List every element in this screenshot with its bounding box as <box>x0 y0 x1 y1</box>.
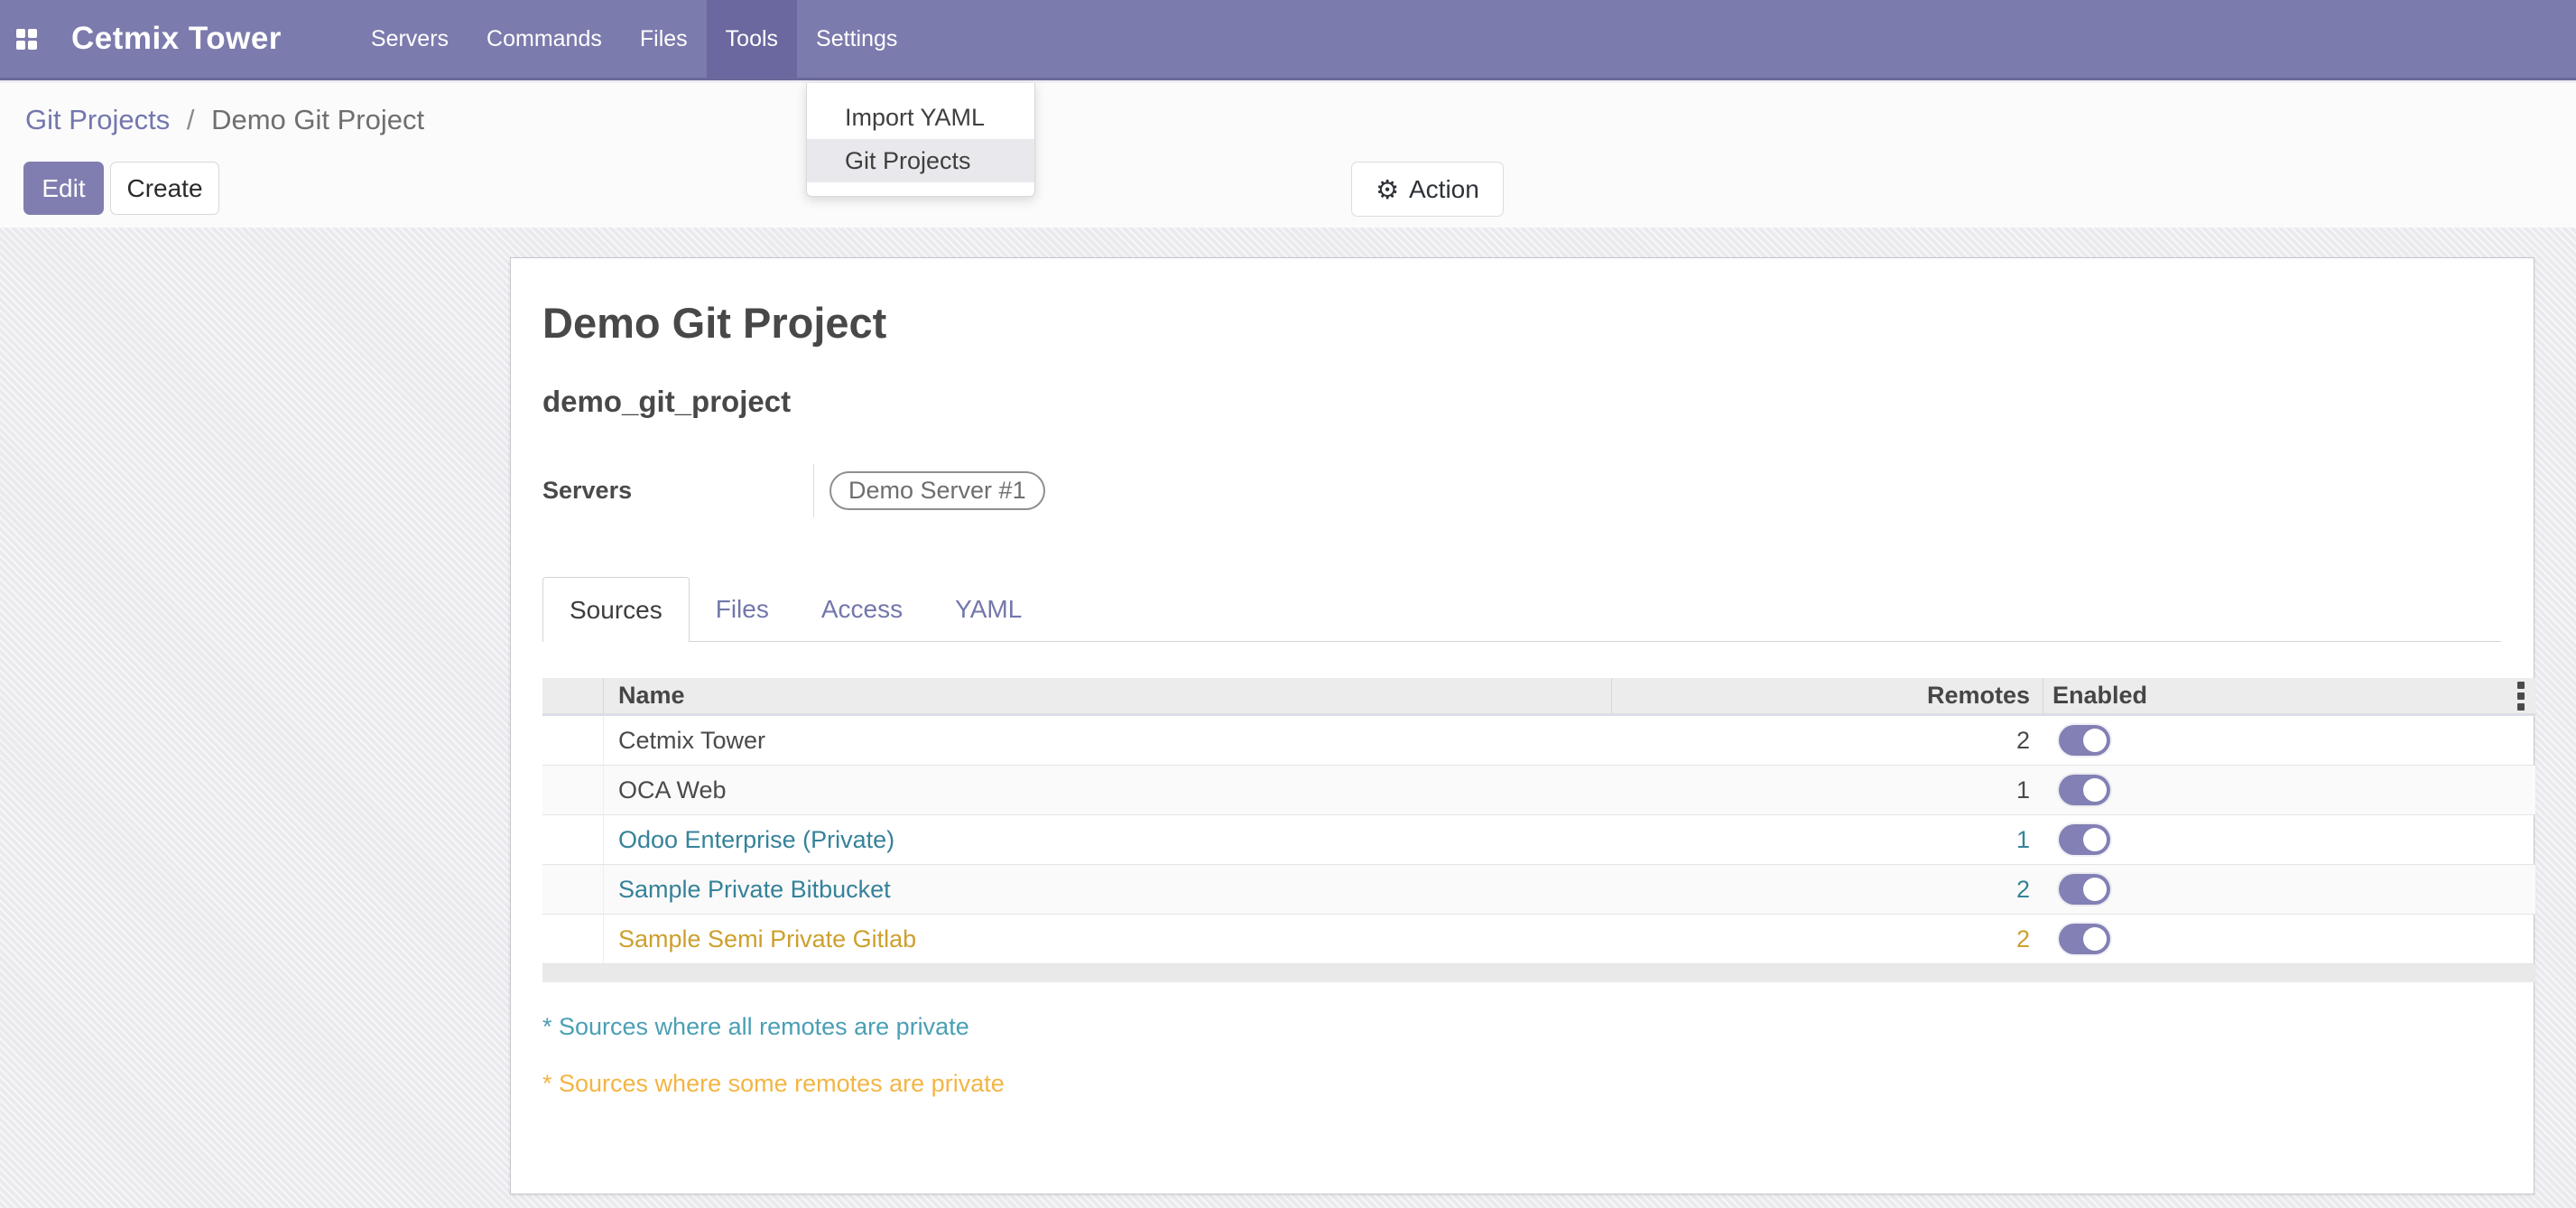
enabled-toggle[interactable] <box>2059 824 2110 855</box>
enabled-toggle[interactable] <box>2059 924 2110 954</box>
table-row[interactable]: Sample Private Bitbucket 2 <box>542 865 2535 915</box>
tab-access[interactable]: Access <box>795 577 929 641</box>
app-brand: Cetmix Tower <box>71 21 282 57</box>
cell-enabled <box>2043 815 2535 864</box>
apps-grid-square <box>16 29 25 38</box>
record-reference: demo_git_project <box>542 385 791 419</box>
cell-enabled <box>2043 865 2535 914</box>
optional-columns-icon[interactable] <box>2517 682 2525 711</box>
main-menu: Servers Commands Files Tools Settings <box>352 0 916 78</box>
record-title: Demo Git Project <box>542 298 886 348</box>
dot <box>2517 703 2525 711</box>
menu-item-settings[interactable]: Settings <box>797 0 916 78</box>
cell-name: Odoo Enterprise (Private) <box>604 826 1611 854</box>
cell-remotes: 1 <box>1611 766 2043 814</box>
selector-column-header <box>542 678 604 713</box>
breadcrumb-current: Demo Git Project <box>211 104 424 135</box>
apps-grid-square <box>28 29 37 38</box>
table-footer-strip <box>542 964 2535 982</box>
cell-enabled <box>2043 766 2535 814</box>
selector-cell <box>542 716 604 765</box>
menu-item-files[interactable]: Files <box>621 0 707 78</box>
table-header-row: Name Remotes Enabled <box>542 678 2535 716</box>
column-header-name[interactable]: Name <box>604 682 1611 710</box>
legend-all-private: * Sources where all remotes are private <box>542 1013 969 1041</box>
sources-table: Name Remotes Enabled Cetmix Tower 2 <box>542 678 2535 982</box>
cell-remotes: 2 <box>1611 915 2043 963</box>
dot <box>2517 692 2525 700</box>
selector-cell <box>542 766 604 814</box>
apps-grid-icon[interactable] <box>16 29 37 50</box>
selector-cell <box>542 915 604 963</box>
cell-enabled <box>2043 915 2535 963</box>
cell-name: OCA Web <box>604 776 1611 804</box>
tools-dropdown-menu: Import YAML Git Projects <box>806 83 1035 197</box>
content-area: Demo Git Project demo_git_project Server… <box>0 228 2576 1208</box>
table-row[interactable]: Cetmix Tower 2 <box>542 716 2535 766</box>
column-header-remotes[interactable]: Remotes <box>1611 678 2043 713</box>
toggle-knob <box>2083 878 2107 901</box>
toggle-knob <box>2083 778 2107 802</box>
table-row[interactable]: Odoo Enterprise (Private) 1 <box>542 815 2535 865</box>
form-card: Demo Git Project demo_git_project Server… <box>510 257 2534 1194</box>
dropdown-item-git-projects[interactable]: Git Projects <box>807 139 1034 182</box>
cell-name: Sample Private Bitbucket <box>604 876 1611 904</box>
selector-cell <box>542 815 604 864</box>
enabled-toggle[interactable] <box>2059 725 2110 756</box>
toggle-knob <box>2083 828 2107 851</box>
cell-name: Cetmix Tower <box>604 727 1611 755</box>
breadcrumb: Git Projects / Demo Git Project <box>25 104 424 136</box>
menu-item-commands[interactable]: Commands <box>468 0 621 78</box>
server-tag: Demo Server #1 <box>829 471 1045 510</box>
cell-remotes: 1 <box>1611 815 2043 864</box>
dot <box>2517 682 2525 689</box>
enabled-toggle[interactable] <box>2059 775 2110 805</box>
enabled-toggle[interactable] <box>2059 874 2110 905</box>
servers-field-row: Servers Demo Server #1 <box>542 464 1806 517</box>
dropdown-item-import-yaml[interactable]: Import YAML <box>807 96 1034 139</box>
action-button-label: Action <box>1409 175 1479 204</box>
cell-name: Sample Semi Private Gitlab <box>604 925 1611 953</box>
tab-files[interactable]: Files <box>690 577 795 641</box>
selector-cell <box>542 865 604 914</box>
toggle-knob <box>2083 729 2107 752</box>
notebook-tabs: Sources Files Access YAML <box>542 577 2501 642</box>
cell-enabled <box>2043 716 2535 765</box>
cell-remotes: 2 <box>1611 716 2043 765</box>
menu-item-servers[interactable]: Servers <box>352 0 468 78</box>
tab-sources[interactable]: Sources <box>542 577 690 642</box>
top-navbar: Cetmix Tower Servers Commands Files Tool… <box>0 0 2576 80</box>
menu-item-tools[interactable]: Tools <box>707 0 797 78</box>
control-panel: Git Projects / Demo Git Project Edit Cre… <box>0 83 2576 228</box>
breadcrumb-parent-link[interactable]: Git Projects <box>25 104 170 135</box>
servers-field-value: Demo Server #1 <box>813 464 1045 517</box>
toggle-knob <box>2083 927 2107 951</box>
column-header-enabled[interactable]: Enabled <box>2043 678 2535 713</box>
gear-icon: ⚙ <box>1376 174 1399 205</box>
breadcrumb-separator: / <box>178 104 204 135</box>
apps-grid-square <box>28 41 37 50</box>
table-row[interactable]: Sample Semi Private Gitlab 2 <box>542 915 2535 964</box>
apps-grid-square <box>16 41 25 50</box>
table-row[interactable]: OCA Web 1 <box>542 766 2535 815</box>
servers-field-label: Servers <box>542 464 813 517</box>
edit-button[interactable]: Edit <box>23 162 104 215</box>
action-button[interactable]: ⚙ Action <box>1351 162 1504 217</box>
tab-yaml[interactable]: YAML <box>929 577 1048 641</box>
create-button[interactable]: Create <box>110 162 219 215</box>
legend-some-private: * Sources where some remotes are private <box>542 1070 1005 1098</box>
cell-remotes: 2 <box>1611 865 2043 914</box>
